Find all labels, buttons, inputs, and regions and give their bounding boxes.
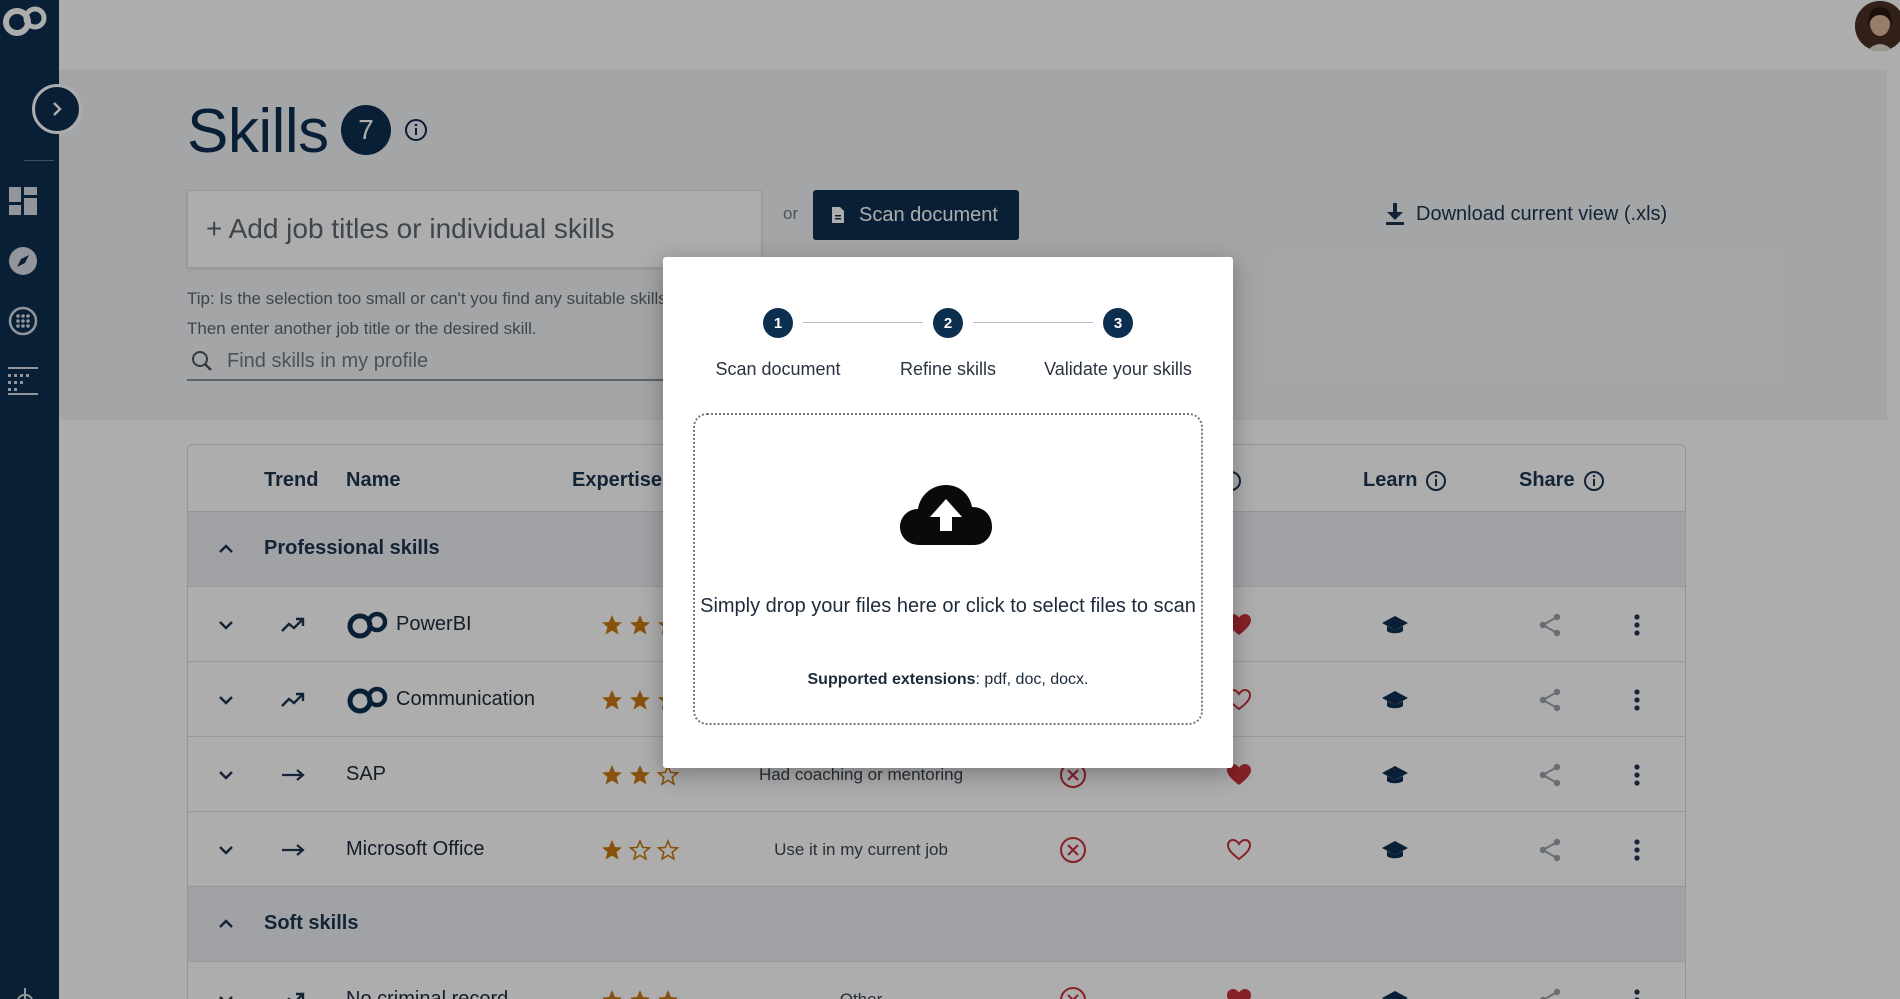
step-connector (973, 322, 1093, 323)
step-2-label: Refine skills (899, 359, 997, 379)
supported-extensions-values: : pdf, doc, docx. (975, 671, 1089, 688)
scan-document-dialog: 1 2 3 Scan document Refine skills Valida… (663, 257, 1233, 768)
step-3-label: Validate your skills (1044, 359, 1192, 379)
step-2-indicator: 2 (933, 308, 963, 338)
step-3-indicator: 3 (1103, 308, 1133, 338)
step-1-label: Scan document (715, 359, 841, 379)
step-connector (803, 322, 923, 323)
dropzone-instruction: Simply drop your files here or click to … (700, 595, 1196, 617)
supported-extensions-label: Supported extensions (807, 671, 976, 688)
supported-extensions: Supported extensions: pdf, doc, docx. (695, 671, 1201, 689)
cloud-upload-icon (900, 485, 992, 545)
file-dropzone[interactable]: Simply drop your files here or click to … (693, 413, 1203, 725)
step-1-indicator: 1 (763, 308, 793, 338)
